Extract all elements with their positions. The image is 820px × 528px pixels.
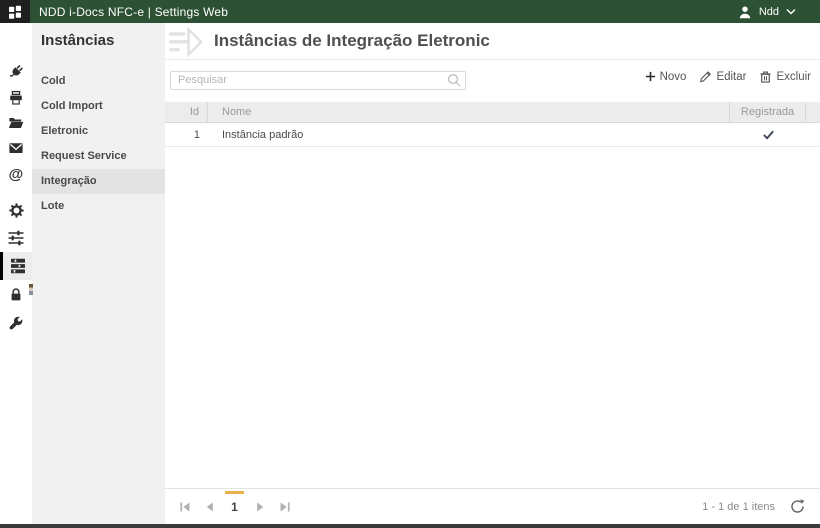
new-button-label: Novo — [660, 71, 687, 83]
edit-button-label: Editar — [716, 71, 746, 83]
page-header: Instâncias de Integração Eletronic — [165, 23, 820, 60]
sliders-icon — [8, 230, 24, 246]
column-header-nome[interactable]: Nome — [208, 102, 730, 122]
rail-item-wrench[interactable] — [0, 310, 32, 336]
delete-button[interactable]: Excluir — [759, 70, 811, 83]
table-row[interactable]: 1 Instância padrão — [165, 123, 820, 147]
pagination-bar: 1 1 - 1 de 1 itens — [165, 488, 820, 524]
sidebar-item-cold-import[interactable]: Cold Import — [32, 94, 165, 119]
new-button[interactable]: Novo — [645, 70, 687, 83]
rail-item-rows[interactable] — [0, 252, 32, 280]
cell-registrada — [730, 129, 806, 141]
sidebar-menu: Instâncias Cold Cold Import Eletronic Re… — [32, 23, 165, 524]
user-menu[interactable]: Ndd — [738, 0, 796, 23]
delete-button-label: Excluir — [776, 71, 811, 83]
column-header-id[interactable]: Id — [165, 102, 208, 122]
rail-item-folder[interactable] — [0, 110, 32, 136]
first-page-button[interactable] — [172, 495, 197, 519]
sidebar-item-request-service[interactable]: Request Service — [32, 144, 165, 169]
cell-id: 1 — [165, 129, 208, 141]
lock-icon — [8, 287, 24, 303]
next-page-button[interactable] — [247, 495, 272, 519]
plug-icon — [8, 64, 24, 80]
rail-item-sliders[interactable] — [0, 225, 32, 251]
folder-open-icon — [8, 115, 24, 131]
sidebar-item-lote[interactable]: Lote — [32, 194, 165, 219]
rail-item-lock[interactable] — [0, 282, 32, 308]
column-header-spacer — [806, 102, 820, 122]
app-title: NDD i-Docs NFC-e | Settings Web — [39, 5, 228, 19]
page-title: Instâncias de Integração Eletronic — [214, 31, 490, 51]
rows-icon — [10, 258, 26, 274]
mail-icon — [8, 140, 24, 156]
rail-item-printer[interactable] — [0, 85, 32, 111]
trash-icon — [759, 70, 772, 83]
user-icon — [738, 5, 752, 19]
gear-icon — [9, 203, 24, 218]
refresh-button[interactable] — [790, 499, 805, 514]
rail-item-at[interactable]: @ — [0, 161, 32, 187]
sidebar-item-eletronic[interactable]: Eletronic — [32, 119, 165, 144]
wrench-icon — [8, 315, 24, 331]
window-fragment — [29, 284, 33, 295]
pager-info: 1 - 1 de 1 itens — [702, 501, 775, 513]
edit-button[interactable]: Editar — [699, 70, 746, 83]
bottom-edge-strip — [0, 524, 820, 528]
active-page-indicator — [225, 491, 244, 494]
main-content: Instâncias de Integração Eletronic Novo — [165, 23, 820, 524]
search-icon — [447, 73, 461, 87]
sidebar-item-integracao[interactable]: Integração — [32, 169, 165, 194]
toolbar: Novo Editar — [165, 68, 820, 98]
sidebar-item-cold[interactable]: Cold — [32, 69, 165, 94]
data-grid: Id Nome Registrada 1 Instância padrão — [165, 102, 820, 147]
rail-item-plug[interactable] — [0, 59, 32, 85]
page-number[interactable]: 1 — [222, 495, 247, 519]
prev-page-button[interactable] — [197, 495, 222, 519]
last-page-button[interactable] — [272, 495, 297, 519]
grid-icon — [8, 5, 22, 19]
icon-rail: @ — [0, 23, 32, 524]
at-icon: @ — [9, 167, 24, 182]
check-icon — [762, 129, 775, 141]
plus-icon — [645, 71, 656, 82]
rail-item-gear[interactable] — [0, 197, 32, 223]
chevron-down-icon — [786, 8, 796, 15]
user-name: Ndd — [759, 6, 779, 18]
sidebar-title: Instâncias — [32, 23, 165, 56]
top-bar: NDD i-Docs NFC-e | Settings Web Ndd — [0, 0, 820, 23]
cell-nome: Instância padrão — [208, 129, 730, 141]
rail-item-mail[interactable] — [0, 135, 32, 161]
search-input[interactable] — [170, 71, 466, 90]
column-header-registrada[interactable]: Registrada — [730, 102, 806, 122]
printer-icon — [8, 90, 24, 106]
pencil-icon — [699, 70, 712, 83]
grid-header: Id Nome Registrada — [165, 102, 820, 123]
app-launcher-button[interactable] — [0, 0, 30, 23]
list-arrow-icon — [169, 27, 206, 57]
